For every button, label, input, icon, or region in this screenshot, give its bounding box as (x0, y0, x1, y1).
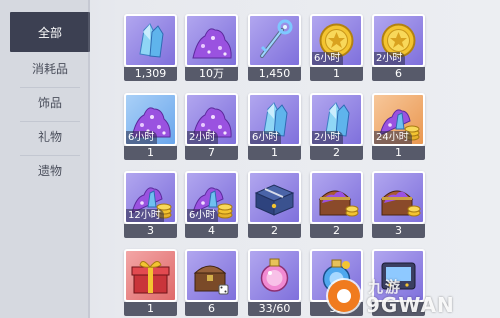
inventory-item[interactable]: 1,309 (124, 14, 177, 81)
pink-potion-icon (260, 258, 289, 292)
item-timer-badge: 6小时 (312, 52, 344, 65)
item-frame (248, 249, 301, 302)
item-timer-badge: 6小时 (187, 209, 219, 222)
inventory-item[interactable]: 2小时 6 (372, 14, 425, 81)
item-frame: 2小时 (310, 93, 363, 146)
inventory-item[interactable]: 1 (124, 249, 177, 316)
item-count: 1 (124, 302, 177, 316)
item-frame: 6小时 (248, 93, 301, 146)
item-count: 7 (185, 146, 238, 160)
inventory-item[interactable]: 12小时 3 (124, 171, 177, 238)
item-frame (124, 14, 177, 67)
inventory-item[interactable]: 6 (185, 249, 238, 316)
item-frame: 6小时 (310, 14, 363, 67)
item-frame (124, 249, 177, 302)
item-frame: 12小时 (124, 171, 177, 224)
inventory-item[interactable]: 6小时 4 (185, 171, 238, 238)
watermark-text-en: 9GWAN (366, 293, 455, 317)
item-count: 6 (372, 67, 425, 81)
inventory-item[interactable]: 6小时 1 (310, 14, 363, 81)
inventory-item[interactable]: 6小时 1 (248, 93, 301, 160)
inventory-item[interactable]: 2 (248, 171, 301, 238)
item-timer-badge: 2小时 (374, 52, 406, 65)
item-count: 3 (372, 224, 425, 238)
item-count: 1 (310, 67, 363, 81)
site-watermark: 九游 9GWAN (328, 276, 496, 317)
wooden-chest-with-dice-icon (193, 265, 229, 295)
item-frame: 2小时 (185, 93, 238, 146)
treasure-chest-with-crystals-icon (318, 190, 359, 217)
item-count: 3 (124, 224, 177, 238)
item-count: 2 (310, 224, 363, 238)
item-count: 33/60 (248, 302, 301, 316)
item-timer-badge: 6小时 (126, 131, 158, 144)
item-frame (248, 171, 301, 224)
inventory-item[interactable]: 2 (310, 171, 363, 238)
item-count: 1,309 (124, 67, 177, 81)
red-gift-box-icon (131, 261, 170, 294)
item-timer-badge: 2小时 (187, 131, 219, 144)
item-count: 1 (124, 146, 177, 160)
item-count: 2 (310, 146, 363, 160)
item-timer-badge: 6小时 (250, 131, 282, 144)
item-count: 4 (185, 224, 238, 238)
item-count: 1,450 (248, 67, 301, 81)
blue-treasure-chest-icon (254, 184, 295, 216)
watermark-logo-icon (328, 280, 360, 312)
inventory-item[interactable]: 33/60 (248, 249, 301, 316)
blue-crystal-icon (139, 23, 164, 58)
inventory-grid: 1,309 10万 1,450 6小时 1 2小时 6 6小时 1 2小时 7 6小时 1 2小时 2 24小… (0, 0, 500, 318)
item-frame (248, 14, 301, 67)
inventory-item[interactable]: 1,450 (248, 14, 301, 81)
inventory-item[interactable]: 2小时 7 (185, 93, 238, 160)
purple-crystal-pile-icon (192, 28, 232, 59)
inventory-item[interactable]: 2小时 2 (310, 93, 363, 160)
item-timer-badge: 12小时 (126, 209, 164, 222)
item-frame (185, 249, 238, 302)
inventory-item[interactable]: 3 (372, 171, 425, 238)
item-frame: 6小时 (124, 93, 177, 146)
item-count: 2 (248, 224, 301, 238)
item-frame (372, 171, 425, 224)
item-count: 10万 (185, 67, 238, 81)
item-count: 1 (372, 146, 425, 160)
item-frame: 6小时 (185, 171, 238, 224)
item-frame: 2小时 (372, 14, 425, 67)
item-count: 1 (248, 146, 301, 160)
inventory-item[interactable]: 24小时 1 (372, 93, 425, 160)
inventory-item[interactable]: 10万 (185, 14, 238, 81)
item-count: 6 (185, 302, 238, 316)
item-frame: 24小时 (372, 93, 425, 146)
blue-key-icon (260, 19, 293, 58)
item-timer-badge: 24小时 (374, 131, 412, 144)
treasure-chest-with-crystals-icon (380, 190, 421, 217)
item-frame (310, 171, 363, 224)
item-frame (185, 14, 238, 67)
inventory-item[interactable]: 6小时 1 (124, 93, 177, 160)
item-timer-badge: 2小时 (312, 131, 344, 144)
